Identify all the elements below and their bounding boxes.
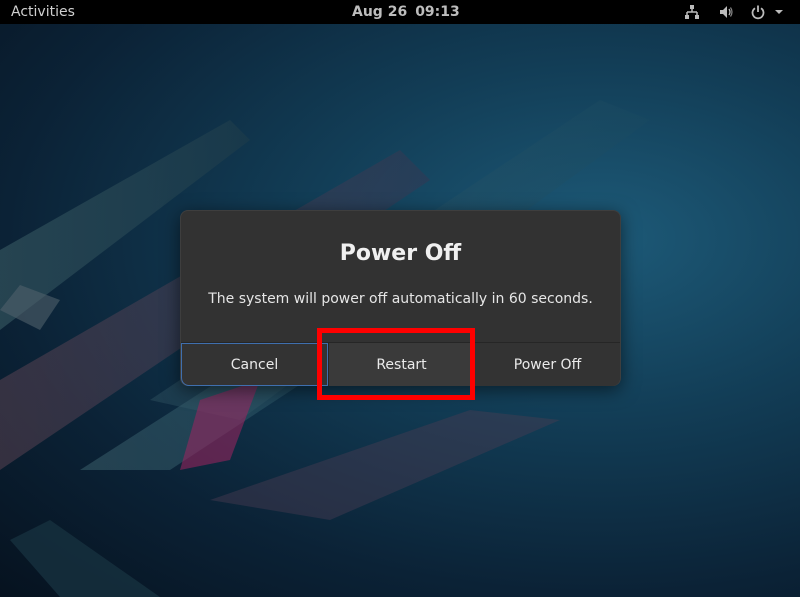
dialog-button-row: Cancel Restart Power Off — [181, 342, 620, 386]
power-icon — [750, 4, 766, 20]
clock-time: 09:13 — [415, 4, 460, 20]
network-wired-icon — [684, 4, 700, 20]
desktop: Activities Aug 26 09:13 Power Off The sy… — [0, 0, 800, 597]
clock[interactable]: Aug 26 09:13 — [352, 3, 460, 21]
wallpaper-band — [10, 520, 160, 597]
clock-date: Aug 26 — [352, 4, 408, 20]
power-off-button[interactable]: Power Off — [475, 343, 620, 386]
restart-button[interactable]: Restart — [328, 343, 475, 386]
chevron-down-icon — [774, 7, 784, 17]
cancel-button[interactable]: Cancel — [181, 343, 328, 386]
system-tray[interactable] — [684, 3, 784, 21]
dialog-message: The system will power off automatically … — [208, 291, 593, 307]
volume-icon — [718, 4, 734, 20]
activities-button[interactable]: Activities — [11, 3, 75, 21]
power-off-dialog: Power Off The system will power off auto… — [180, 210, 621, 386]
top-bar: Activities Aug 26 09:13 — [0, 0, 800, 24]
wallpaper-band — [210, 410, 560, 520]
dialog-title: Power Off — [339, 241, 462, 266]
